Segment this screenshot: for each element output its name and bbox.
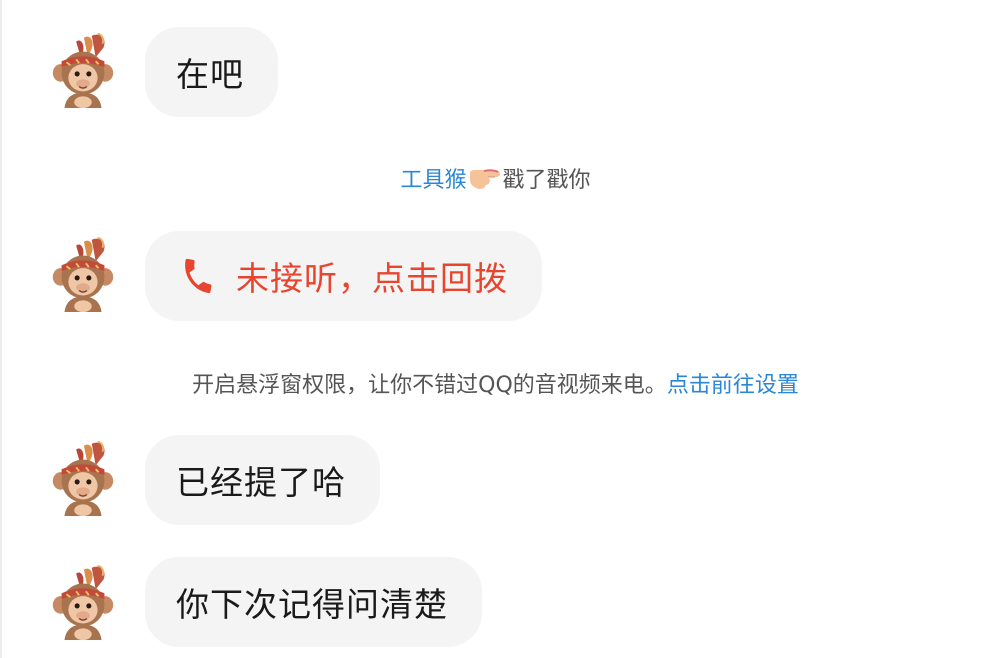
monkey-avatar-icon[interactable] xyxy=(48,564,118,642)
poke-sender-link[interactable]: 工具猴 xyxy=(400,168,466,193)
permission-notice: 开启悬浮窗权限，让你不错过QQ的音视频来电。点击前往设置 xyxy=(0,367,991,399)
poke-notice: 工具猴 戳了戳你 xyxy=(0,162,991,194)
poke-action: 戳了戳你 xyxy=(502,168,591,193)
monkey-avatar-icon[interactable] xyxy=(48,236,118,314)
missed-call-text: 未接听，点击回拨 xyxy=(236,259,508,298)
missed-call-bubble[interactable]: 未接听，点击回拨 xyxy=(145,231,542,321)
message-bubble[interactable]: 在吧 xyxy=(145,27,278,117)
message-text: 已经提了哈 xyxy=(176,463,346,502)
message-bubble[interactable]: 你下次记得问清楚 xyxy=(145,557,482,647)
monkey-avatar-icon[interactable] xyxy=(48,440,118,518)
go-settings-link[interactable]: 点击前往设置 xyxy=(667,373,799,398)
message-bubble[interactable]: 已经提了哈 xyxy=(145,435,380,525)
message-text: 你下次记得问清楚 xyxy=(176,585,448,624)
permission-notice-text: 开启悬浮窗权限，让你不错过QQ的音视频来电。 xyxy=(192,373,667,398)
message-text: 在吧 xyxy=(176,55,244,94)
window-edge xyxy=(0,0,2,658)
pointing-finger-icon xyxy=(469,169,500,189)
monkey-avatar-icon[interactable] xyxy=(48,32,118,110)
phone-icon xyxy=(185,258,212,294)
